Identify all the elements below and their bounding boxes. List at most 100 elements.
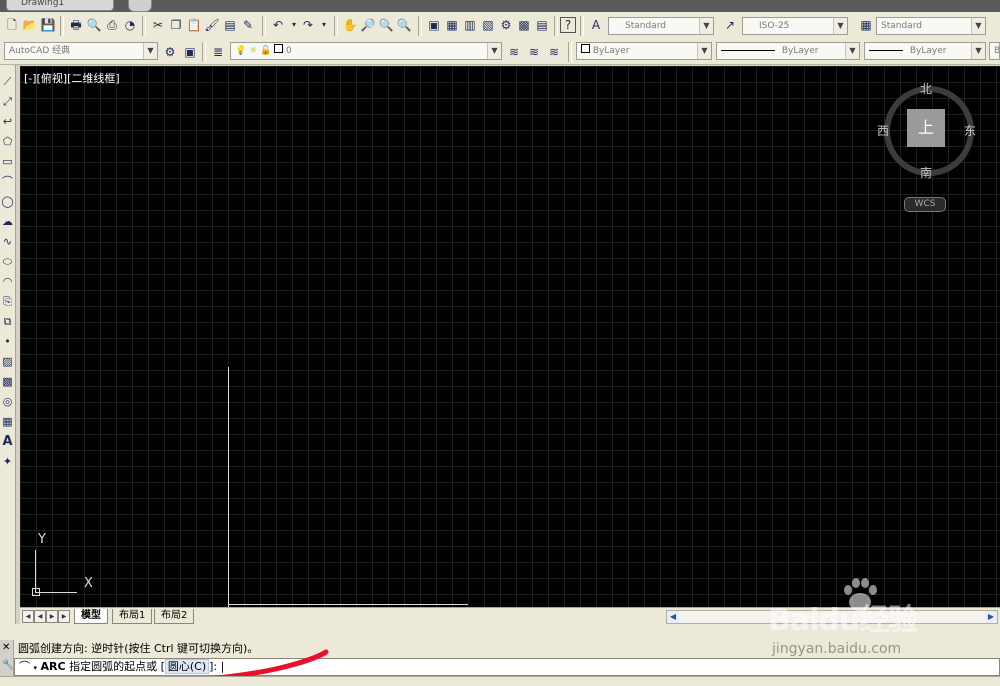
text-style-icon[interactable]: A [588, 17, 604, 33]
region-icon[interactable]: ◎ [0, 393, 15, 411]
last-tab-icon[interactable]: ▶ [58, 610, 70, 623]
viewcube-top-face[interactable]: 上 [907, 109, 945, 147]
layer-properties-icon[interactable]: ≣ [210, 44, 226, 60]
publish-icon[interactable]: ⎙ [104, 17, 120, 33]
line-icon[interactable]: ⟋ [0, 73, 15, 91]
prev-tab-icon[interactable]: ◀ [34, 610, 46, 623]
tool-palettes-icon[interactable]: ▥ [462, 17, 478, 33]
drawn-line-vertical[interactable] [228, 367, 229, 607]
help-icon[interactable]: ? [560, 17, 576, 33]
workspace-settings-icon[interactable]: ⚙ [162, 44, 178, 60]
zoom-window-icon[interactable]: 🔍 [378, 17, 394, 33]
tab-model[interactable]: 模型 [74, 609, 108, 624]
scroll-left-icon[interactable]: ◀ [667, 611, 679, 623]
arc-icon[interactable]: ⌒ [0, 173, 15, 191]
zoom-realtime-icon[interactable]: 🔎 [360, 17, 376, 33]
hatch-icon[interactable]: ▨ [0, 353, 15, 371]
ellipse-arc-icon[interactable]: ◠ [0, 273, 15, 291]
linetype-combo[interactable]: ByLayer ▼ [716, 42, 860, 60]
redo-icon[interactable]: ↷ [300, 17, 316, 33]
sheet-set-icon[interactable]: ▧ [480, 17, 496, 33]
document-tab[interactable]: Drawing1 [6, 0, 114, 11]
chevron-down-icon[interactable]: ▼ [971, 18, 985, 34]
compass-east[interactable]: 东 [964, 122, 976, 139]
chevron-down-icon[interactable]: ▼ [143, 43, 157, 59]
lineweight-combo[interactable]: ByLayer ▼ [864, 42, 986, 60]
match-props-icon[interactable]: 🖌 [204, 17, 220, 33]
markup-icon[interactable]: ⚙ [498, 17, 514, 33]
zoom-previous-icon[interactable]: 🔍 [396, 17, 412, 33]
3d-print-icon[interactable]: ◔ [122, 17, 138, 33]
plot-style-combo[interactable]: ByLayer [989, 42, 1000, 60]
chevron-down-icon[interactable]: ▼ [971, 43, 985, 59]
make-block-icon[interactable]: ⧉ [0, 313, 15, 331]
next-tab-icon[interactable]: ▶ [46, 610, 58, 623]
construction-line-icon[interactable]: ⤢ [0, 93, 15, 111]
table-style-icon[interactable]: ▦ [858, 17, 874, 33]
viewport-controls-label[interactable]: [-][俯视][二维线框] [24, 70, 120, 86]
calculator-icon[interactable]: ▤ [534, 17, 550, 33]
wrench-icon[interactable]: 🔧 [2, 660, 14, 671]
preview-icon[interactable]: 🔍 [86, 17, 102, 33]
workspace-combo[interactable]: AutoCAD 经典 ▼ [4, 42, 158, 60]
table-icon[interactable]: ▦ [0, 413, 15, 431]
redo-dropdown-icon[interactable]: ▾ [316, 17, 332, 33]
customize-icon[interactable]: ▣ [182, 44, 198, 60]
text-style-combo[interactable]: Standard ▼ [608, 17, 714, 35]
tab-layout1[interactable]: 布局1 [112, 609, 153, 624]
chevron-down-icon[interactable]: ▼ [487, 43, 501, 59]
close-icon[interactable]: ✕ [2, 642, 10, 653]
revision-cloud-icon[interactable]: ☁ [0, 213, 15, 231]
open-icon[interactable]: 📂 [22, 17, 38, 33]
new-icon[interactable]: 🗋 [4, 17, 20, 33]
make-current-layer-icon[interactable]: ≋ [506, 44, 522, 60]
block-attr-icon[interactable]: ✎ [240, 17, 256, 33]
sun-icon[interactable]: ☼ [249, 46, 257, 56]
layer-previous-icon[interactable]: ≋ [526, 44, 542, 60]
rectangle-icon[interactable]: ▭ [0, 153, 15, 171]
lock-icon[interactable]: 🔓 [260, 46, 271, 56]
new-tab-button[interactable] [128, 0, 152, 12]
cut-icon[interactable]: ✂ [150, 17, 166, 33]
design-center-icon[interactable]: ▦ [444, 17, 460, 33]
chevron-down-icon[interactable]: ▼ [833, 18, 847, 34]
first-tab-icon[interactable]: ◀ [22, 610, 34, 623]
polyline-icon[interactable]: ↩ [0, 113, 15, 131]
mtext-icon[interactable]: A [0, 433, 15, 451]
dim-style-icon[interactable]: ↗ [722, 17, 738, 33]
circle-icon[interactable]: ◯ [0, 193, 15, 211]
tab-layout2[interactable]: 布局2 [154, 609, 195, 624]
pan-icon[interactable]: ✋ [342, 17, 358, 33]
gradient-icon[interactable]: ▩ [0, 373, 15, 391]
color-combo[interactable]: ByLayer ▼ [576, 42, 712, 60]
spline-icon[interactable]: ∿ [0, 233, 15, 251]
viewcube[interactable]: 北 南 东 西 上 WCS [876, 78, 986, 213]
dim-style-combo[interactable]: ISO-25 ▼ [742, 17, 848, 35]
compass-north[interactable]: 北 [920, 80, 932, 97]
layer-states-icon[interactable]: ≋ [546, 44, 562, 60]
compass-south[interactable]: 南 [920, 164, 932, 181]
wcs-menu[interactable]: WCS [904, 197, 946, 212]
polygon-icon[interactable]: ⬠ [0, 133, 15, 151]
block-editor-icon[interactable]: ▤ [222, 17, 238, 33]
add-selected-icon[interactable]: ✦ [0, 453, 15, 471]
save-icon[interactable]: 💾 [40, 17, 56, 33]
point-icon[interactable]: • [0, 333, 15, 351]
chevron-down-icon[interactable]: ▼ [697, 43, 711, 59]
database-icon[interactable]: ▩ [516, 17, 532, 33]
drawing-canvas[interactable]: [-][俯视][二维线框] Y X 北 南 东 西 上 WCS [20, 66, 1000, 607]
properties-icon[interactable]: ▣ [426, 17, 442, 33]
paste-icon[interactable]: 📋 [186, 17, 202, 33]
compass-west[interactable]: 西 [877, 122, 889, 139]
undo-icon[interactable]: ↶ [270, 17, 286, 33]
drawn-line-horizontal[interactable] [228, 604, 468, 605]
bulb-icon[interactable]: 💡 [235, 46, 246, 56]
table-style-combo[interactable]: Standard ▼ [876, 17, 986, 35]
print-icon[interactable]: 🖶 [68, 17, 84, 33]
copy-icon[interactable]: ❐ [168, 17, 184, 33]
chevron-down-icon[interactable]: ▼ [699, 18, 713, 34]
insert-block-icon[interactable]: ⎘ [0, 293, 15, 311]
ellipse-icon[interactable]: ⬭ [0, 253, 15, 271]
layer-combo[interactable]: 💡 ☼ 🔓 0 ▼ [230, 42, 502, 60]
chevron-down-icon[interactable]: ▼ [845, 43, 859, 59]
